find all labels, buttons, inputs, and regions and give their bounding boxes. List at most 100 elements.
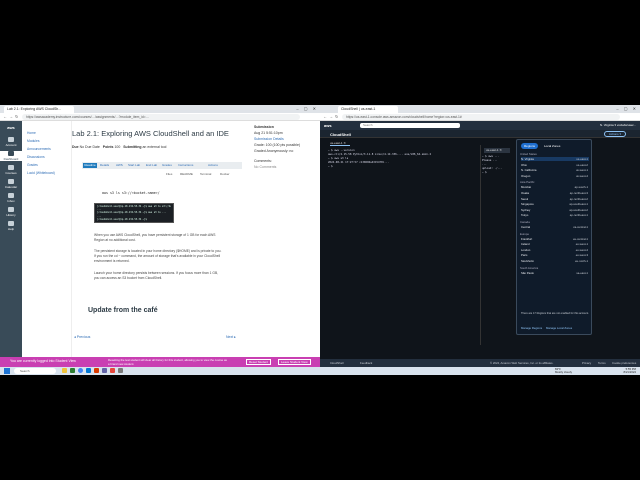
terminal-line: ~ $ aws s3 ls	[328, 157, 349, 160]
region-option[interactable]: Tokyo ap-northeast-1	[521, 213, 589, 217]
url-field[interactable]: https://awsacademy.instructure.com/cours…	[22, 114, 300, 120]
submitting-label: Submitting	[123, 145, 142, 149]
footer-terms-link[interactable]: Terms	[598, 361, 606, 365]
global-nav-history[interactable]: History	[0, 207, 22, 217]
tab-instructions[interactable]: Instructions	[178, 163, 193, 168]
browser-tab-lab[interactable]: Lab 2.1: Exploring AWS CloudSh...	[4, 106, 74, 113]
course-menu-item[interactable]: Modules	[27, 139, 39, 143]
readme-check[interactable]: README	[180, 172, 193, 176]
global-nav-calendar[interactable]: Calendar	[0, 179, 22, 189]
footer-feedback-link[interactable]: Feedback	[360, 361, 372, 365]
global-nav-courses[interactable]: Courses	[0, 165, 22, 175]
pane-divider[interactable]	[480, 145, 481, 345]
terminal-line: ...	[482, 163, 487, 166]
tab-actions[interactable]: Actions	[208, 163, 218, 168]
tab-readme[interactable]: Readme	[83, 163, 97, 168]
course-menu-item[interactable]: Grades	[27, 163, 38, 167]
account-region-menu[interactable]: N. Virginia ▾ voclabs/user...	[600, 123, 636, 127]
global-nav-dashboard[interactable]: Dashboard	[0, 151, 22, 161]
tab-regions[interactable]: Regions	[521, 143, 539, 149]
window-controls[interactable]: – ▢ ✕	[296, 106, 318, 111]
app-icon[interactable]	[110, 368, 115, 373]
leave-student-view-button[interactable]: Leave Student View	[278, 359, 311, 365]
course-menu-item[interactable]: Home	[27, 131, 36, 135]
window-controls[interactable]: – ▢ ✕	[616, 106, 638, 111]
url-field[interactable]: https://us-east-1.console.aws.amazon.com…	[342, 114, 620, 120]
region-option[interactable]: São Paulo sa-east-1	[521, 271, 589, 275]
region-option[interactable]: Osaka ap-northeast-3	[521, 191, 589, 195]
course-menu-item[interactable]: Lucid (Whiteboard)	[27, 171, 55, 175]
back-icon[interactable]: ←	[3, 114, 7, 119]
region-option[interactable]: Singapore ap-southeast-1	[521, 202, 589, 206]
chrome-icon[interactable]	[78, 368, 83, 373]
app-icon[interactable]	[118, 368, 123, 373]
start-button[interactable]	[4, 368, 10, 374]
docker-check[interactable]: Docker	[220, 172, 230, 176]
region-group-heading: United States	[520, 152, 537, 156]
region-option[interactable]: Frankfurt eu-central-1	[521, 237, 589, 241]
region-option[interactable]: N. California us-west-1	[521, 168, 589, 172]
course-menu-item[interactable]: Announcements	[27, 147, 51, 151]
region-option[interactable]: Stockholm eu-north-1	[521, 259, 589, 263]
region-name: London	[521, 247, 531, 252]
region-name: Stockholm	[521, 259, 535, 263]
aws-logo[interactable]: aws	[324, 123, 332, 128]
file-explorer-icon[interactable]	[62, 368, 67, 373]
actions-button[interactable]: Actions ▾	[603, 131, 626, 137]
region-option[interactable]: Mumbai ap-south-1	[521, 185, 589, 189]
region-option[interactable]: Sydney ap-southeast-2	[521, 208, 589, 212]
tab-details[interactable]: Details	[100, 163, 109, 168]
region-name: Seoul	[521, 196, 529, 201]
course-menu-item[interactable]: Discussions	[27, 155, 45, 159]
manage-local-zones-link[interactable]: Manage Local Zones	[546, 326, 572, 330]
region-option[interactable]: Ohio us-east-2	[521, 163, 589, 167]
canvas-logo[interactable]: aws	[2, 125, 20, 133]
reset-student-button[interactable]: Reset Student	[246, 359, 272, 365]
history-icon	[8, 207, 14, 212]
region-option[interactable]: Seoul ap-northeast-2	[521, 197, 589, 201]
windows-taskbar: Search 82°F Mostly cloudy 5:55 PM 8/21/2…	[0, 367, 640, 375]
region-code: ca-central-1	[573, 225, 588, 229]
forward-icon[interactable]: →	[9, 114, 13, 119]
edge-icon[interactable]	[86, 368, 91, 373]
terminal-tab[interactable]: us-east-1 ✕	[330, 141, 350, 146]
reload-icon[interactable]: ↻	[15, 114, 18, 119]
aws-search-input[interactable]: Search	[360, 123, 460, 128]
previous-link[interactable]: ◂ Previous	[74, 335, 90, 339]
taskbar-search[interactable]: Search	[14, 368, 56, 374]
tab-aws[interactable]: AWS	[116, 163, 123, 168]
region-code: us-east-2	[576, 162, 588, 167]
global-nav-help[interactable]: Help	[0, 221, 22, 231]
region-option[interactable]: Paris eu-west-3	[521, 253, 589, 257]
files-link[interactable]: Files	[166, 172, 172, 176]
forward-icon[interactable]: →	[329, 114, 333, 119]
clock[interactable]: 5:55 PM 8/21/2024	[624, 367, 636, 375]
footer-cloudshell-link[interactable]: CloudShell	[330, 361, 344, 365]
next-link[interactable]: Next ▸	[226, 335, 236, 339]
tab-end-lab[interactable]: End Lab	[146, 163, 157, 168]
app-icon[interactable]	[70, 368, 75, 373]
manage-regions-link[interactable]: Manage Regions	[521, 326, 542, 330]
weather-widget[interactable]: 82°F Mostly cloudy	[555, 367, 572, 375]
region-option[interactable]: N. Virginia us-east-1	[521, 157, 589, 161]
teams-icon[interactable]	[102, 368, 107, 373]
global-nav-account[interactable]: Account	[0, 137, 22, 147]
terminal-check[interactable]: Terminal	[200, 172, 211, 176]
reload-icon[interactable]: ↻	[335, 114, 338, 119]
region-option[interactable]: London eu-west-2	[521, 248, 589, 252]
region-option[interactable]: Ireland eu-west-1	[521, 242, 589, 246]
tab-local-zones[interactable]: Local Zones	[541, 143, 563, 149]
tab-grades[interactable]: Grades	[162, 163, 172, 168]
terminal-tab-split[interactable]: us-east-1 ✕	[484, 148, 510, 153]
calendar-icon	[8, 179, 14, 184]
footer-privacy-link[interactable]: Privacy	[582, 361, 591, 365]
submission-details-link[interactable]: Submission Details	[254, 137, 284, 141]
region-option[interactable]: Oregon us-west-2	[521, 174, 589, 178]
tab-start-lab[interactable]: Start Lab	[128, 163, 140, 168]
browser-tab-cloudshell[interactable]: CloudShell | us-east-1	[338, 106, 398, 113]
back-icon[interactable]: ←	[323, 114, 327, 119]
footer-cookie-link[interactable]: Cookie preferences	[612, 361, 636, 365]
office-icon[interactable]	[94, 368, 99, 373]
region-option[interactable]: Central ca-central-1	[521, 225, 589, 229]
global-nav-inbox[interactable]: Inbox	[0, 193, 22, 203]
